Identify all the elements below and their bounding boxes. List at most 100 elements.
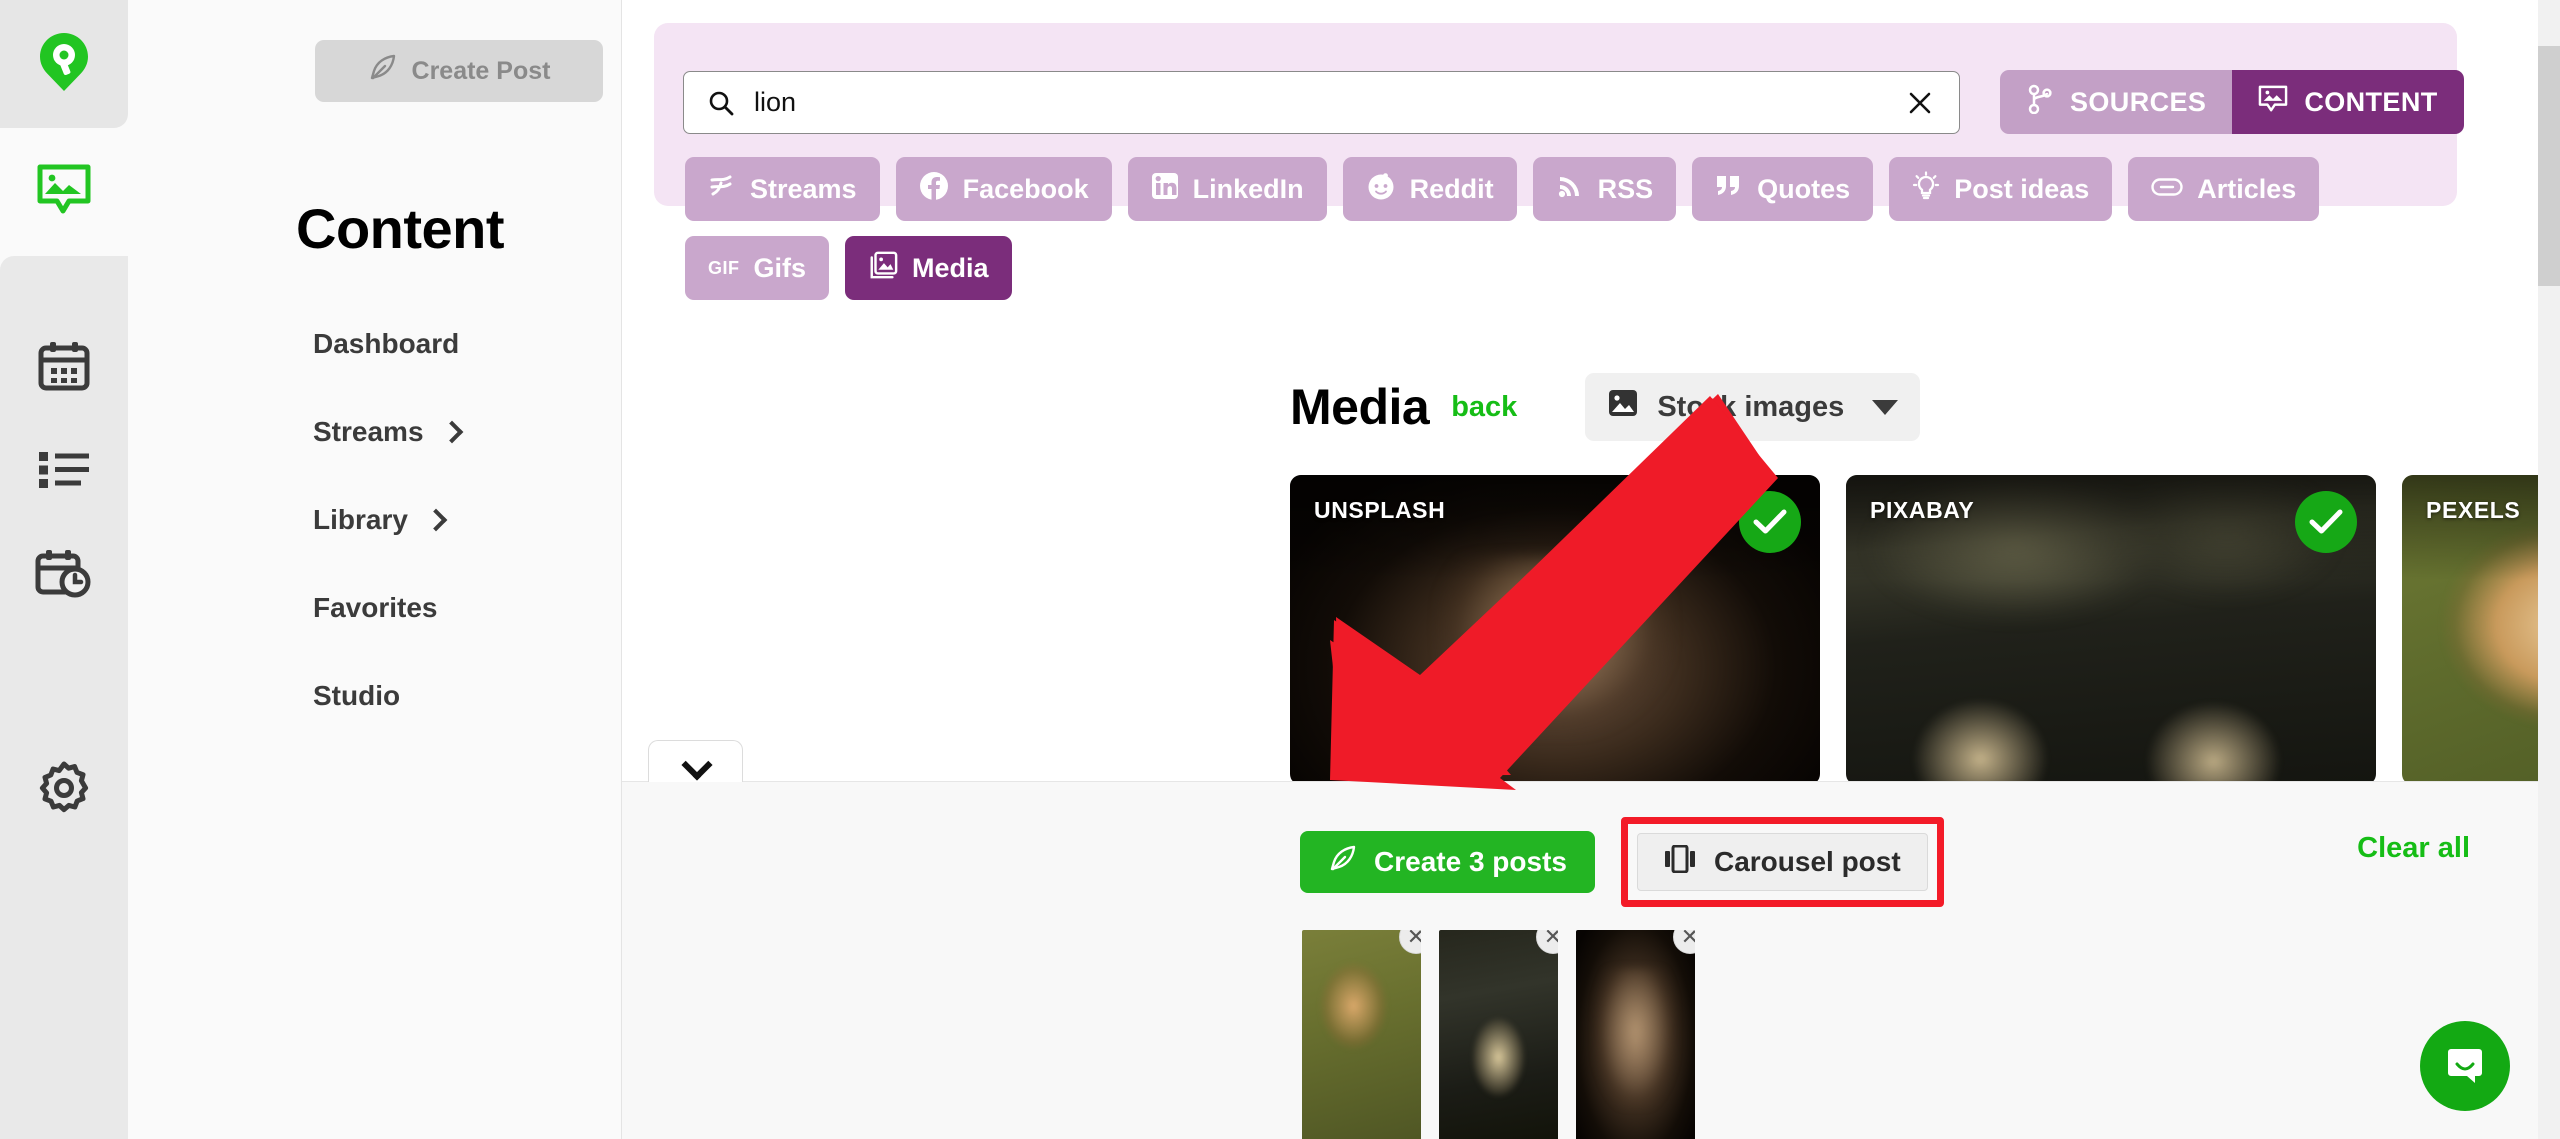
chevron-right-icon <box>426 510 446 530</box>
clear-search-icon[interactable] <box>1903 86 1937 120</box>
sidebar-item-label: Studio <box>313 680 400 712</box>
media-source-badge: PIXABAY <box>1870 497 1974 524</box>
page-title: Content <box>296 196 504 261</box>
sources-content-toggle: SOURCES CONTENT <box>2000 70 2464 134</box>
create-posts-label: Create 3 posts <box>1374 846 1567 878</box>
sidebar-item-streams[interactable]: Streams <box>128 388 622 476</box>
create-post-button[interactable]: Create Post <box>315 40 603 102</box>
thumb-image <box>1576 930 1695 1139</box>
calendar-icon <box>37 340 91 397</box>
selected-thumb[interactable]: ✕ <box>1439 930 1558 1139</box>
selected-thumbnails: ✕ ✕ ✕ <box>1302 930 1695 1139</box>
chip-row-1: Streams Facebook <box>685 157 2385 221</box>
sidebar-item-studio[interactable]: Studio <box>128 652 622 740</box>
media-selected-check[interactable] <box>2295 491 2357 553</box>
icon-rail <box>0 0 128 1139</box>
sidebar-item-favorites[interactable]: Favorites <box>128 564 622 652</box>
chip-label: Reddit <box>1410 174 1494 205</box>
drawer-actions: Create 3 posts Carousel post <box>1300 817 1944 907</box>
chip-rss[interactable]: RSS <box>1533 157 1677 221</box>
search-panel: lion <box>654 23 2457 206</box>
media-selected-check[interactable] <box>1739 491 1801 553</box>
chip-quotes[interactable]: Quotes <box>1692 157 1873 221</box>
chip-row-2: GIF Gifs Media <box>685 236 2385 300</box>
chip-reddit[interactable]: Reddit <box>1343 157 1517 221</box>
chevron-down-icon <box>1872 400 1898 415</box>
open-chat-button[interactable] <box>2420 1021 2510 1111</box>
chip-label: LinkedIn <box>1193 174 1304 205</box>
tab-content-label: CONTENT <box>2304 87 2437 118</box>
carousel-post-button[interactable]: Carousel post <box>1637 833 1928 891</box>
stock-images-dropdown[interactable]: Stock images <box>1585 373 1920 441</box>
media-source-badge: UNSPLASH <box>1314 497 1445 524</box>
gear-icon <box>37 761 91 820</box>
tab-sources-label: SOURCES <box>2070 87 2206 118</box>
chip-gifs[interactable]: GIF Gifs <box>685 236 829 300</box>
tab-content[interactable]: CONTENT <box>2232 70 2463 134</box>
chip-media[interactable]: Media <box>845 236 1012 300</box>
selected-thumb[interactable]: ✕ <box>1302 930 1421 1139</box>
media-card-unsplash[interactable]: UNSPLASH <box>1290 475 1820 785</box>
media-content-icon <box>2258 85 2288 120</box>
sidebar-nav-list: Dashboard Streams Library Favorites Stud… <box>128 300 622 740</box>
chip-linkedin[interactable]: LinkedIn <box>1128 157 1327 221</box>
search-input-wrapper[interactable]: lion <box>683 71 1960 134</box>
chat-bubble-icon <box>2442 1041 2488 1092</box>
chevron-right-icon <box>442 422 462 442</box>
content-sidebar: Create Post Content Dashboard Streams Li… <box>128 0 622 1139</box>
check-icon <box>1753 509 1787 535</box>
thumb-image <box>1439 930 1558 1139</box>
tab-sources[interactable]: SOURCES <box>2000 70 2232 134</box>
list-icon <box>37 450 91 495</box>
chip-label: Quotes <box>1757 174 1850 205</box>
app-logo[interactable] <box>0 0 128 128</box>
sidebar-item-label: Library <box>313 504 408 536</box>
selection-drawer: Create 3 posts Carousel post <box>622 781 2560 1139</box>
chip-post-ideas[interactable]: Post ideas <box>1889 157 2112 221</box>
feather-icon <box>1328 844 1358 881</box>
chip-streams[interactable]: Streams <box>685 157 880 221</box>
clear-all-button[interactable]: Clear all <box>2357 832 2470 865</box>
location-pin-logo-icon <box>36 31 92 98</box>
sidebar-item-library[interactable]: Library <box>128 476 622 564</box>
selected-thumb[interactable]: ✕ <box>1576 930 1695 1139</box>
chip-articles[interactable]: Articles <box>2128 157 2319 221</box>
card-scrim <box>2402 475 2560 580</box>
collapse-drawer-toggle[interactable] <box>648 740 743 782</box>
link-icon <box>2151 174 2183 205</box>
thumb-image <box>1302 930 1421 1139</box>
linkedin-icon <box>1151 172 1179 207</box>
media-content-icon <box>35 163 93 222</box>
feather-icon <box>368 53 398 90</box>
search-input[interactable]: lion <box>754 87 796 118</box>
chevron-down-icon <box>683 754 709 770</box>
rss-icon <box>1556 172 1584 207</box>
media-back-link[interactable]: back <box>1451 391 1517 424</box>
sidebar-item-dashboard[interactable]: Dashboard <box>128 300 622 388</box>
reddit-icon <box>1366 171 1396 208</box>
lightbulb-icon <box>1912 171 1940 208</box>
chip-label: RSS <box>1598 174 1654 205</box>
chip-label: Media <box>912 253 989 284</box>
media-card-pexels[interactable]: PEXELS <box>2402 475 2560 785</box>
rail-item-scheduled[interactable] <box>0 512 128 640</box>
facebook-icon <box>919 171 949 208</box>
rail-group <box>0 256 128 1139</box>
sidebar-item-label: Favorites <box>313 592 438 624</box>
media-card-pixabay[interactable]: PIXABAY <box>1846 475 2376 785</box>
create-post-label: Create Post <box>412 57 551 86</box>
stock-images-label: Stock images <box>1657 391 1844 424</box>
gif-icon: GIF <box>708 258 740 279</box>
source-chips: Streams Facebook <box>685 157 2385 315</box>
sidebar-item-label: Streams <box>313 416 424 448</box>
quotes-icon <box>1715 173 1743 206</box>
rail-item-settings[interactable] <box>0 726 128 854</box>
chip-label: Streams <box>750 174 857 205</box>
media-title: Media <box>1290 378 1429 436</box>
chip-label: Facebook <box>963 174 1089 205</box>
rail-item-content[interactable] <box>0 128 128 256</box>
create-posts-button[interactable]: Create 3 posts <box>1300 831 1595 893</box>
chip-facebook[interactable]: Facebook <box>896 157 1112 221</box>
page-scrollbar-thumb[interactable] <box>2538 46 2560 286</box>
media-results-grid: UNSPLASH PIXABAY <box>1290 475 2560 785</box>
